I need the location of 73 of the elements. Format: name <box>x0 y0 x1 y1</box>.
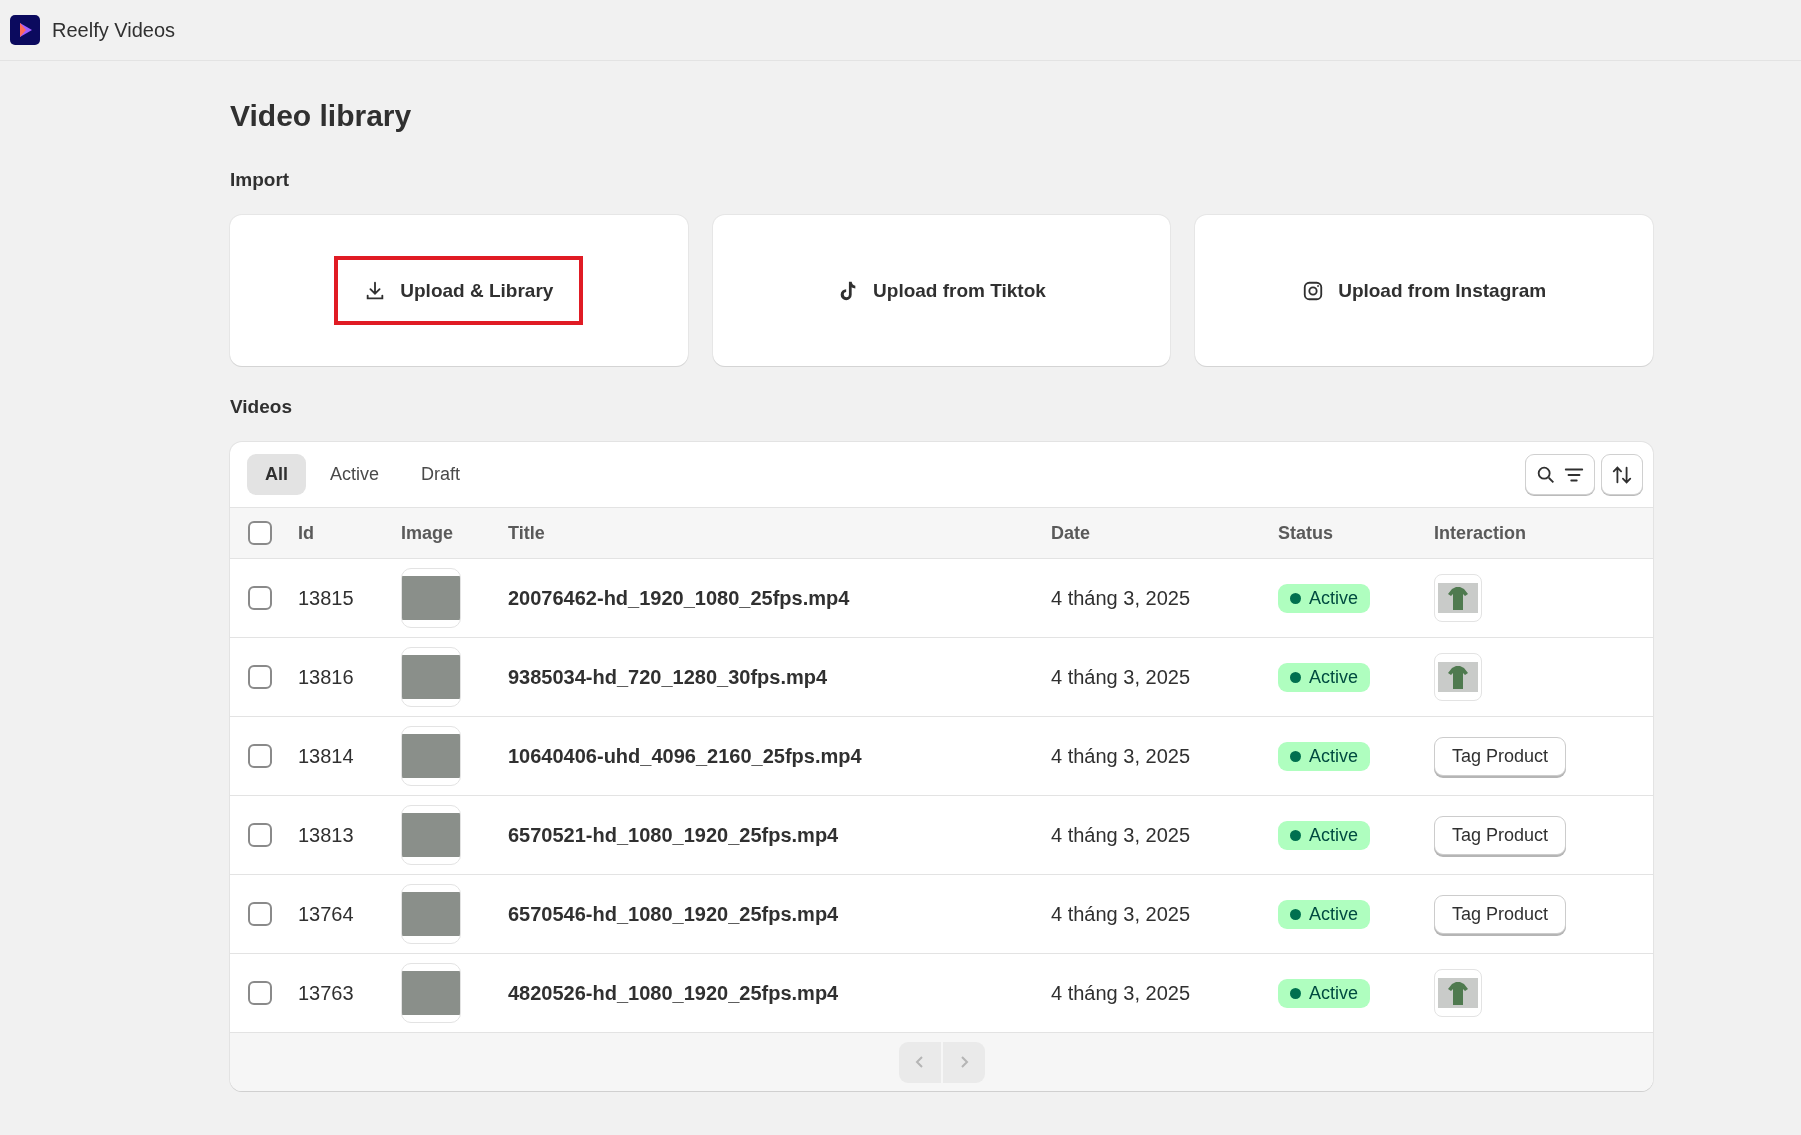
date-cell-text: 4 tháng 3, 2025 <box>1051 902 1191 926</box>
title-cell-text: 6570546-hd_1080_1920_25fps.mp4 <box>508 902 840 926</box>
app-logo <box>10 15 40 45</box>
status-label: Active <box>1309 745 1359 767</box>
title-cell-text: 20076462-hd_1920_1080_25fps.mp4 <box>508 586 851 610</box>
date-cell-text: 4 tháng 3, 2025 <box>1051 665 1191 689</box>
filter-tab[interactable]: All <box>247 454 306 495</box>
status-dot-icon <box>1290 987 1301 999</box>
row-checkbox[interactable] <box>248 823 272 847</box>
status-label: Active <box>1309 587 1359 609</box>
id-cell-text: 13816 <box>298 665 355 689</box>
date-cell-text: 4 tháng 3, 2025 <box>1051 586 1191 610</box>
status-dot-icon <box>1290 829 1301 841</box>
filter-tab[interactable]: Active <box>312 454 398 495</box>
product-thumbnail[interactable] <box>1434 653 1482 701</box>
status-label: Active <box>1309 666 1359 688</box>
tag-product-button[interactable]: Tag Product <box>1434 815 1567 855</box>
import-button[interactable]: Upload & Library <box>334 256 584 325</box>
search-filter-button[interactable] <box>1525 454 1595 495</box>
photo-placeholder <box>402 813 460 857</box>
row-checkbox[interactable] <box>248 665 272 689</box>
column-header: Date <box>1051 522 1091 544</box>
title-cell-text: 9385034-hd_720_1280_30fps.mp4 <box>508 665 829 689</box>
photo-placeholder <box>402 971 460 1015</box>
date-cell-text: 4 tháng 3, 2025 <box>1051 981 1191 1005</box>
sort-icon <box>1611 463 1633 486</box>
row-checkbox[interactable] <box>248 744 272 768</box>
date-cell-text: 4 tháng 3, 2025 <box>1051 744 1191 768</box>
id-cell-text: 13764 <box>298 902 355 926</box>
column-header: Title <box>508 522 546 544</box>
title-cell-text: 10640406-uhd_4096_2160_25fps.mp4 <box>508 744 863 768</box>
title-cell-text: 4820526-hd_1080_1920_25fps.mp4 <box>508 981 840 1005</box>
title-cell-text: 6570521-hd_1080_1920_25fps.mp4 <box>508 823 840 847</box>
import-button[interactable]: Upload from Instagram <box>1272 256 1577 325</box>
photo-placeholder <box>402 576 460 620</box>
date-cell-text: 4 tháng 3, 2025 <box>1051 823 1191 847</box>
photo-placeholder <box>402 734 460 778</box>
id-cell-text: 13814 <box>298 744 355 768</box>
status-label: Active <box>1309 982 1359 1004</box>
status-dot-icon <box>1290 750 1301 762</box>
page-title: Video library <box>230 99 413 133</box>
shirt-thumbnail <box>1438 978 1478 1008</box>
shirt-thumbnail <box>1438 662 1478 692</box>
id-cell-text: 13763 <box>298 981 355 1005</box>
column-header: Status <box>1278 522 1334 544</box>
import-button[interactable]: Upload from Tiktok <box>807 256 1076 325</box>
tag-product-button[interactable]: Tag Product <box>1434 736 1567 776</box>
row-checkbox[interactable] <box>248 902 272 926</box>
row-checkbox[interactable] <box>248 586 272 610</box>
column-header: Id <box>298 522 315 544</box>
id-cell-text: 13815 <box>298 586 355 610</box>
product-thumbnail[interactable] <box>1434 969 1482 1017</box>
product-thumbnail[interactable] <box>1434 574 1482 622</box>
tag-product-button[interactable]: Tag Product <box>1434 894 1567 934</box>
app-title: Reelfy Videos <box>52 18 176 42</box>
sort-button[interactable] <box>1601 454 1643 495</box>
id-cell-text: 13813 <box>298 823 355 847</box>
status-dot-icon <box>1290 592 1301 604</box>
status-dot-icon <box>1290 671 1301 683</box>
section-heading: Videos <box>230 396 293 418</box>
status-label: Active <box>1309 824 1359 846</box>
column-header: Interaction <box>1434 522 1527 544</box>
column-header: Image <box>401 522 455 544</box>
status-dot-icon <box>1290 908 1301 920</box>
status-label: Active <box>1309 903 1359 925</box>
filter-tab[interactable]: Draft <box>403 454 479 495</box>
row-checkbox[interactable] <box>248 981 272 1005</box>
section-heading: Import <box>230 169 291 191</box>
photo-placeholder <box>402 655 460 699</box>
shirt-thumbnail <box>1438 583 1478 613</box>
instagram-icon <box>1302 279 1325 302</box>
select-all-checkbox[interactable] <box>248 521 272 545</box>
photo-placeholder <box>402 892 460 936</box>
